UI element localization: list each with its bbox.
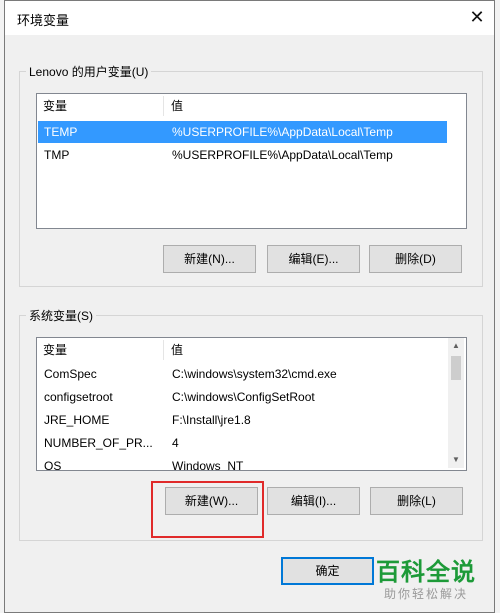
column-header-variable[interactable]: 变量 [37,338,163,362]
user-edit-button[interactable]: 编辑(E)... [267,245,360,273]
list-item-configsetroot[interactable]: configsetroot C:\windows\ConfigSetRoot [38,386,447,408]
scroll-thumb[interactable] [451,356,461,380]
scroll-down-arrow-icon[interactable]: ▼ [448,452,464,468]
column-header-value[interactable]: 值 [165,338,443,362]
system-edit-button[interactable]: 编辑(I)... [267,487,360,515]
vertical-scrollbar[interactable]: ▲ ▼ [448,338,464,468]
variable-name: ComSpec [44,367,97,381]
variable-value: F:\Install\jre1.8 [172,413,251,427]
variable-name: TEMP [44,125,78,139]
system-variables-label: 系统变量(S) [29,309,93,323]
highlight-box [151,481,264,538]
title-bar: 环境变量 ✕ [5,1,494,35]
variable-name: OS [44,459,62,471]
list-item-os[interactable]: OS Windows_NT [38,455,447,471]
variable-name: TMP [44,148,70,162]
window-title: 环境变量 [17,13,70,28]
list-item-comspec[interactable]: ComSpec C:\windows\system32\cmd.exe [38,363,447,385]
watermark-logo: 百科全说 助你轻松解决 [370,551,494,607]
scroll-up-arrow-icon[interactable]: ▲ [448,338,464,354]
variable-value: C:\windows\system32\cmd.exe [172,367,337,381]
list-header: 变量 值 [37,94,466,118]
watermark-subtitle: 助你轻松解决 [384,587,469,601]
column-header-value[interactable]: 值 [165,94,455,118]
list-item-temp[interactable]: TEMP %USERPROFILE%\AppData\Local\Temp [38,121,447,143]
ok-button[interactable]: 确定 [281,557,374,585]
column-divider[interactable] [163,96,164,116]
system-delete-button[interactable]: 删除(L) [370,487,463,515]
user-variables-list[interactable]: 变量 值 TEMP %USERPROFILE%\AppData\Local\Te… [36,93,467,229]
user-delete-button[interactable]: 删除(D) [369,245,462,273]
variable-value: %USERPROFILE%\AppData\Local\Temp [172,148,393,162]
variable-value: 4 [172,436,179,450]
user-variables-label: Lenovo 的用户变量(U) [29,65,149,79]
list-header: 变量 值 [37,338,466,362]
list-item-number-of-processors[interactable]: NUMBER_OF_PR... 4 [38,432,447,454]
variable-value: Windows_NT [172,459,244,471]
column-divider[interactable] [163,340,164,360]
list-item-tmp[interactable]: TMP %USERPROFILE%\AppData\Local\Temp [38,144,447,166]
environment-variables-dialog: 环境变量 ✕ Lenovo 的用户变量(U) 变量 值 TEMP %USERPR… [4,0,495,613]
variable-value: %USERPROFILE%\AppData\Local\Temp [172,125,393,139]
list-item-jre-home[interactable]: JRE_HOME F:\Install\jre1.8 [38,409,447,431]
variable-name: JRE_HOME [44,413,110,427]
variable-name: NUMBER_OF_PR... [44,436,153,450]
system-variables-list[interactable]: 变量 值 ComSpec C:\windows\system32\cmd.exe… [36,337,467,471]
watermark-title: 百科全说 [376,558,476,586]
close-icon[interactable]: ✕ [461,1,493,33]
column-header-variable[interactable]: 变量 [37,94,163,118]
user-new-button[interactable]: 新建(N)... [163,245,256,273]
variable-name: configsetroot [44,390,113,404]
variable-value: C:\windows\ConfigSetRoot [172,390,315,404]
